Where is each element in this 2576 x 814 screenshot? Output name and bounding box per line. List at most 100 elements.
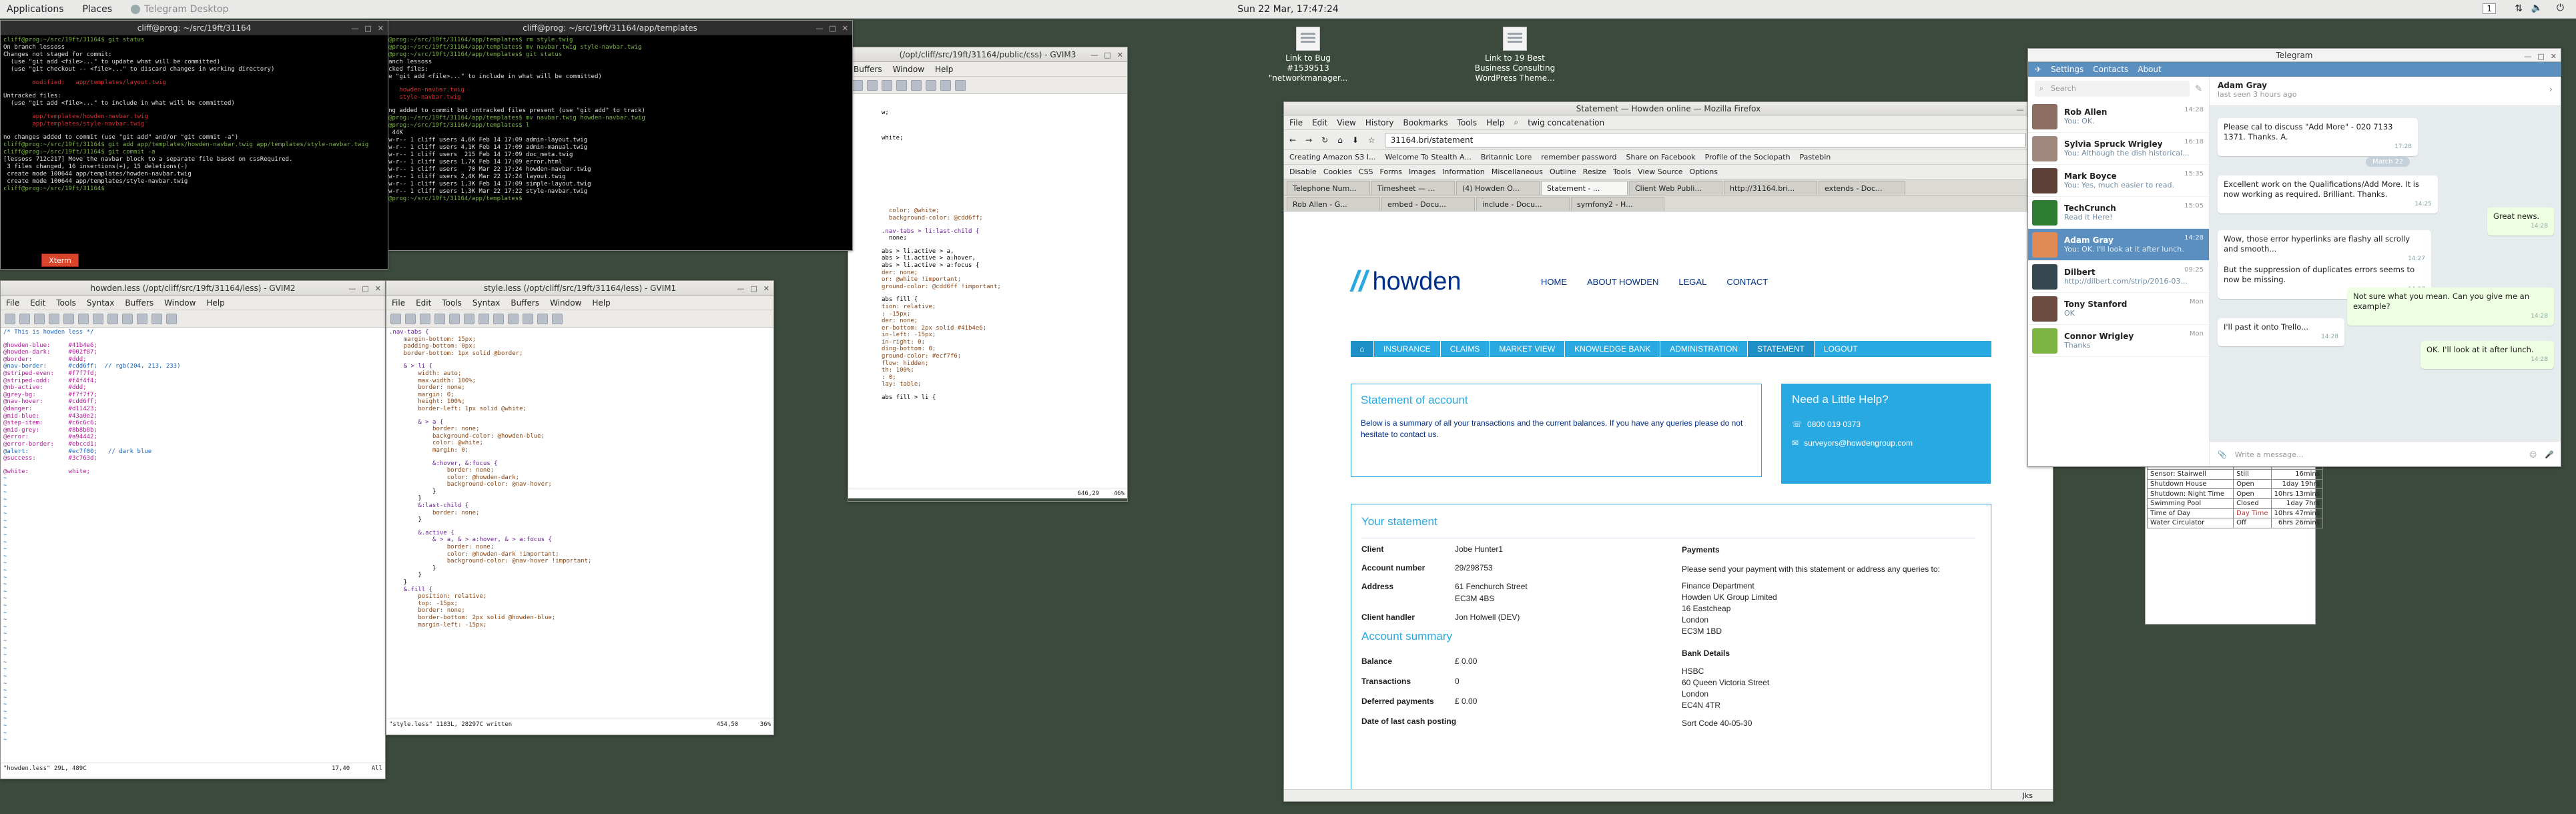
terminal2-output[interactable]: cliff@prog:~/src/19ft/31164/app/template… bbox=[368, 35, 852, 250]
topnav-contact[interactable]: CONTACT bbox=[1726, 277, 1768, 287]
gvim3-editor[interactable]: w; white; color: @white; background-color… bbox=[848, 94, 1127, 488]
firefox-window[interactable]: Statement — Howden online — Mozilla Fire… bbox=[1283, 101, 2053, 802]
chat-list-item[interactable]: Dilbert http://dilbert.com/strip/2016-03.… bbox=[2028, 261, 2209, 293]
cut-icon[interactable] bbox=[93, 313, 103, 324]
maximize-icon[interactable]: □ bbox=[362, 284, 368, 293]
undo-icon[interactable] bbox=[63, 313, 74, 324]
help-email[interactable]: surveyors@howdengroup.com bbox=[1804, 438, 1913, 448]
xterm-label[interactable]: Xterm bbox=[41, 254, 79, 267]
topnav-home[interactable]: HOME bbox=[1541, 277, 1567, 287]
applications-menu[interactable]: Applications bbox=[7, 4, 64, 15]
terminal-output[interactable]: cliff@prog:~/src/19ft/31164$ git status O… bbox=[1, 35, 388, 269]
chat-list-item[interactable]: Adam Gray You: OK. I'll look at it after … bbox=[2028, 229, 2209, 261]
menu-window[interactable]: Window bbox=[893, 65, 924, 74]
copy-icon[interactable] bbox=[107, 313, 118, 324]
close-icon[interactable]: ✕ bbox=[842, 24, 848, 33]
chat-list-item[interactable]: TechCrunch Read it Here! 15:05 bbox=[2028, 197, 2209, 229]
bookmark-item[interactable]: Welcome To Stealth A... bbox=[1385, 153, 1471, 161]
devbar-miscellaneous[interactable]: Miscellaneous bbox=[1492, 167, 1543, 176]
menu-tools[interactable]: Tools bbox=[442, 298, 462, 308]
gvim2-titlebar[interactable]: howden.less (/opt/cliff/src/19ft/31164/l… bbox=[1, 281, 385, 296]
bookmark-star-icon[interactable]: ☆ bbox=[1368, 135, 1375, 145]
places-menu[interactable]: Places bbox=[83, 4, 113, 15]
find-icon[interactable] bbox=[523, 313, 533, 324]
terminal-titlebar[interactable]: cliff@prog: ~/src/19ft/31164 — □ ✕ bbox=[1, 21, 388, 35]
minimize-icon[interactable]: — bbox=[816, 24, 823, 33]
browser-tab-active[interactable]: Statement - ... bbox=[1541, 181, 1628, 195]
workspace-switcher[interactable]: 1 bbox=[2483, 3, 2496, 14]
browser-tab[interactable]: (4) Howden O... bbox=[1456, 181, 1540, 195]
chat-list-item[interactable]: Sylvia Spruck Wrigley You: Although the d… bbox=[2028, 133, 2209, 165]
gvim3-window[interactable]: (/opt/cliff/src/19ft/31164/public/css) -… bbox=[848, 47, 1128, 502]
menu-buffers[interactable]: Buffers bbox=[511, 298, 539, 308]
devbar-information[interactable]: Information bbox=[1442, 167, 1485, 176]
menu-syntax[interactable]: Syntax bbox=[472, 298, 500, 308]
gvim1-titlebar[interactable]: style.less (/opt/cliff/src/19ft/31164/le… bbox=[386, 281, 773, 296]
terminal-main-window[interactable]: cliff@prog: ~/src/19ft/31164 — □ ✕ cliff@pr… bbox=[0, 20, 388, 270]
chat-list-item[interactable]: Connor Wrigley Thanks Mon bbox=[2028, 325, 2209, 357]
chat-list-item[interactable]: Tony Stanford OK Mon bbox=[2028, 293, 2209, 325]
terminal-templates-window[interactable]: cliff@prog: ~/src/19ft/31164/app/templat… bbox=[367, 20, 853, 251]
bookmark-item[interactable]: Share on Facebook bbox=[1626, 153, 1696, 161]
incoming-message[interactable]: I'll past it onto Trello... 14:28 bbox=[2218, 318, 2344, 346]
minimize-icon[interactable]: — bbox=[1090, 51, 1098, 59]
menu-about[interactable]: About bbox=[2138, 65, 2161, 74]
chat-list-item[interactable]: Mark Boyce You: Yes, much easier to read.… bbox=[2028, 165, 2209, 197]
menu-file[interactable]: File bbox=[392, 298, 405, 308]
chat-list-item[interactable]: Rob Allen You: OK. 14:28 bbox=[2028, 101, 2209, 133]
tab-market-view[interactable]: MARKET VIEW bbox=[1489, 341, 1564, 357]
tab-insurance[interactable]: INSURANCE bbox=[1373, 341, 1440, 357]
print-icon[interactable] bbox=[49, 313, 59, 324]
power-icon[interactable]: ⏻ bbox=[2557, 3, 2564, 13]
telegram-titlebar[interactable]: Telegram — □ ✕ bbox=[2028, 49, 2561, 62]
save-icon[interactable] bbox=[19, 313, 30, 324]
search-input[interactable]: ⌕ Search bbox=[2035, 81, 2190, 97]
browser-tab[interactable]: Telephone Num... bbox=[1287, 181, 1370, 195]
tab-knowledge-bank[interactable]: KNOWLEDGE BANK bbox=[1564, 341, 1660, 357]
open-icon[interactable] bbox=[390, 313, 401, 324]
save-icon[interactable] bbox=[405, 313, 416, 324]
microphone-icon[interactable]: 🎤 bbox=[2545, 450, 2554, 459]
message-list[interactable]: March 22 Please cal to discuss "Add More… bbox=[2210, 106, 2561, 440]
help-phone[interactable]: 0800 019 0373 bbox=[1807, 420, 1861, 429]
tab-administration[interactable]: ADMINISTRATION bbox=[1660, 341, 1747, 357]
close-icon[interactable]: ✕ bbox=[378, 24, 384, 33]
incoming-message[interactable]: Please cal to discuss "Add More" - 020 7… bbox=[2218, 118, 2418, 156]
paste-icon[interactable] bbox=[122, 313, 133, 324]
devbar-options[interactable]: Options bbox=[1690, 167, 1718, 176]
toolbar-icon[interactable] bbox=[940, 79, 951, 91]
maximize-icon[interactable]: □ bbox=[829, 24, 836, 33]
menu-settings[interactable]: Settings bbox=[2051, 65, 2083, 74]
tab-statement[interactable]: STATEMENT bbox=[1746, 341, 1814, 357]
browser-tab[interactable]: include - Docu... bbox=[1476, 197, 1570, 211]
close-icon[interactable]: ✕ bbox=[2551, 52, 2557, 61]
toolbar-icon[interactable] bbox=[896, 79, 907, 91]
home-icon[interactable]: ⌂ bbox=[1351, 341, 1373, 357]
browser-tab[interactable]: Timesheet — ... bbox=[1371, 181, 1455, 195]
devbar-cookies[interactable]: Cookies bbox=[1323, 167, 1352, 176]
redo-icon[interactable] bbox=[464, 313, 474, 324]
gvim2-window[interactable]: howden.less (/opt/cliff/src/19ft/31164/l… bbox=[0, 280, 386, 779]
toolbar-icon[interactable] bbox=[955, 79, 966, 91]
menu-contacts[interactable]: Contacts bbox=[2093, 65, 2128, 74]
menu-edit[interactable]: Edit bbox=[416, 298, 431, 308]
url-bar[interactable]: 31164.bri/statement bbox=[1384, 132, 2026, 147]
maximize-icon[interactable]: □ bbox=[2537, 52, 2544, 61]
new-message-icon[interactable]: ✎ bbox=[2195, 84, 2202, 94]
toolbar-icon[interactable] bbox=[867, 79, 878, 91]
replace-icon[interactable] bbox=[151, 313, 162, 324]
browser-tab[interactable]: symfony2 - H... bbox=[1571, 197, 1664, 211]
menu-tools[interactable]: Tools bbox=[56, 298, 76, 308]
copy-icon[interactable] bbox=[493, 313, 504, 324]
back-icon[interactable]: ← bbox=[1289, 135, 1296, 145]
gvim3-titlebar[interactable]: (/opt/cliff/src/19ft/31164/public/css) -… bbox=[848, 47, 1127, 62]
menu-help[interactable]: Help bbox=[935, 65, 953, 74]
help-icon[interactable] bbox=[166, 313, 177, 324]
menu-window[interactable]: Window bbox=[164, 298, 196, 308]
menu-window[interactable]: Window bbox=[550, 298, 581, 308]
menu-buffers[interactable]: Buffers bbox=[125, 298, 153, 308]
download-icon[interactable]: ⬇ bbox=[1352, 135, 1359, 145]
browser-tab[interactable]: http://31164.bri... bbox=[1724, 181, 1817, 195]
topnav-legal[interactable]: LEGAL bbox=[1678, 277, 1706, 287]
menu-history[interactable]: History bbox=[1365, 118, 1394, 127]
